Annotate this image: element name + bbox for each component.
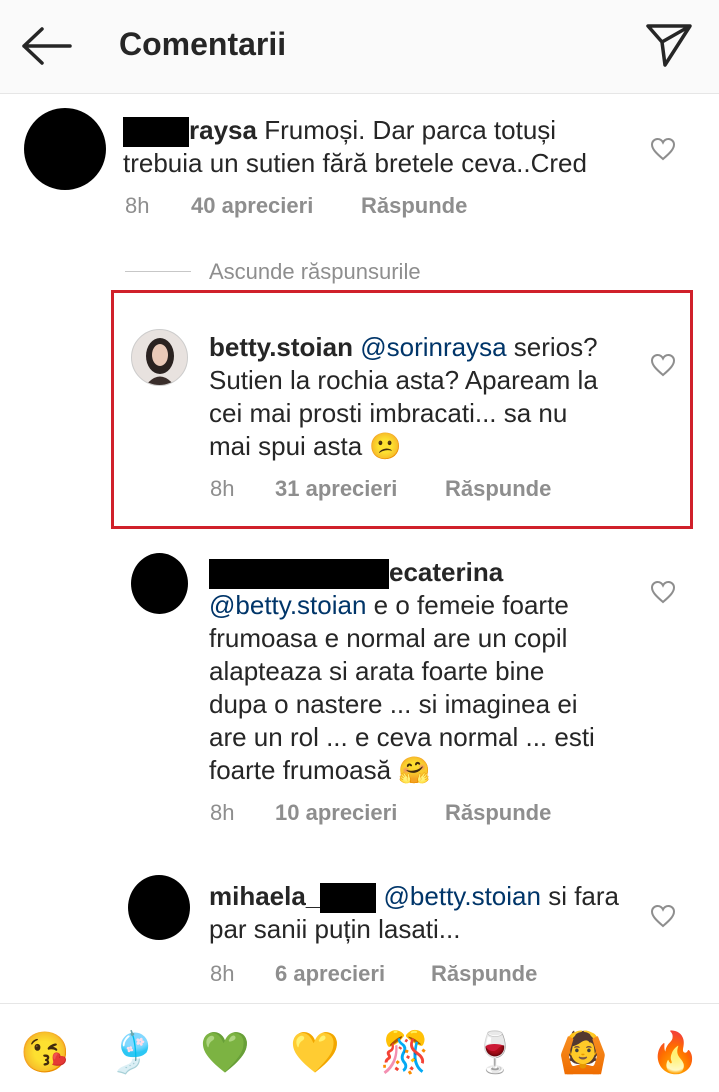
mention-link[interactable]: @betty.stoian xyxy=(209,590,366,620)
mention-link[interactable]: @sorinraysa xyxy=(360,332,506,362)
comment-username[interactable]: mihaela_ xyxy=(209,881,320,911)
comment-text: mihaela_ @betty.stoian si fara par sanii… xyxy=(209,880,649,946)
likes-count[interactable]: 6 aprecieri xyxy=(275,961,385,987)
comment-time: 8h xyxy=(125,193,150,218)
comment-line: serios? xyxy=(513,332,598,362)
comment-line: si fara xyxy=(548,881,620,911)
reply-button[interactable]: Răspunde xyxy=(431,961,537,987)
comment-line: cei mai prosti imbracati... sa nu xyxy=(209,398,568,428)
comment-line: e o femeie foarte xyxy=(366,590,569,621)
profile-photo-icon xyxy=(132,330,187,385)
emoji-wine-button[interactable]: 🍷 xyxy=(470,1029,520,1077)
comment-time: 8h xyxy=(210,476,235,501)
comment-line: Frumoși. Dar parca totuși xyxy=(264,115,557,145)
emoji-confetti-button[interactable]: 🎊 xyxy=(380,1029,430,1077)
heart-icon[interactable] xyxy=(650,137,676,161)
mention-link[interactable]: @betty.stoian xyxy=(384,881,541,911)
page-title: Comentarii xyxy=(119,26,287,62)
likes-count[interactable]: 31 aprecieri xyxy=(275,476,397,502)
heart-icon[interactable] xyxy=(650,904,676,928)
comment-line: foarte frumoasă 🤗 xyxy=(209,755,431,786)
comment-time: 8h xyxy=(210,961,235,986)
emoji-quick-bar: 😘 🎐 💚 💛 🎊 🍷 🙆 🔥 xyxy=(0,1003,719,1092)
emoji-wind-chime-button[interactable]: 🎐 xyxy=(108,1029,158,1077)
comment-line: trebuia un sutien fără bretele ceva..Cre… xyxy=(123,148,587,179)
reply-button[interactable]: Răspunde xyxy=(361,193,467,219)
comment-text: ecaterina @betty.stoian e o femeie foart… xyxy=(209,556,649,787)
comment-line: mai spui asta 😕 xyxy=(209,431,402,461)
redacted-username xyxy=(320,883,377,914)
comment-line: frumoasa e normal are un copil xyxy=(209,623,568,654)
redacted-username xyxy=(123,117,189,148)
divider xyxy=(125,271,191,272)
avatar[interactable] xyxy=(131,329,188,386)
comment-line: alapteaza si arata foarte bine xyxy=(209,656,545,687)
emoji-person-ok-button[interactable]: 🙆 xyxy=(558,1029,608,1077)
comment-username[interactable]: betty.stoian xyxy=(209,332,353,362)
emoji-yellow-heart-button[interactable]: 💛 xyxy=(290,1029,340,1077)
heart-icon[interactable] xyxy=(650,580,676,604)
comment-line: par sanii puțin lasati... xyxy=(209,914,461,945)
avatar[interactable] xyxy=(128,875,190,940)
comment-line: are un rol ... e ceva normal ... esti xyxy=(209,722,595,753)
comment-username[interactable]: ecaterina xyxy=(389,557,503,587)
comment-time: 8h xyxy=(210,800,235,825)
heart-icon[interactable] xyxy=(650,353,676,377)
emoji-fire-button[interactable]: 🔥 xyxy=(650,1029,700,1077)
comment-text: raysa Frumoși. Dar parca totuși trebuia … xyxy=(123,114,643,180)
reply-button[interactable]: Răspunde xyxy=(445,800,551,826)
arrow-left-icon[interactable] xyxy=(20,26,72,66)
likes-count[interactable]: 40 aprecieri xyxy=(191,193,313,219)
likes-count[interactable]: 10 aprecieri xyxy=(275,800,397,826)
comment-username[interactable]: raysa xyxy=(189,115,257,145)
hide-replies-button[interactable]: Ascunde răspunsurile xyxy=(209,259,421,285)
avatar[interactable] xyxy=(24,108,106,190)
redacted-username xyxy=(209,559,389,590)
comment-line: dupa o nastere ... si imaginea ei xyxy=(209,689,578,720)
comment-line: Sutien la rochia asta? Apaream la xyxy=(209,365,598,395)
comment-text: betty.stoian @sorinraysa serios? Sutien … xyxy=(209,331,649,463)
emoji-kiss-button[interactable]: 😘 xyxy=(20,1029,70,1077)
paper-plane-icon[interactable] xyxy=(645,22,693,68)
header-bar: Comentarii xyxy=(0,0,719,94)
avatar[interactable] xyxy=(131,553,188,614)
emoji-green-heart-button[interactable]: 💚 xyxy=(200,1029,250,1077)
reply-button[interactable]: Răspunde xyxy=(445,476,551,502)
